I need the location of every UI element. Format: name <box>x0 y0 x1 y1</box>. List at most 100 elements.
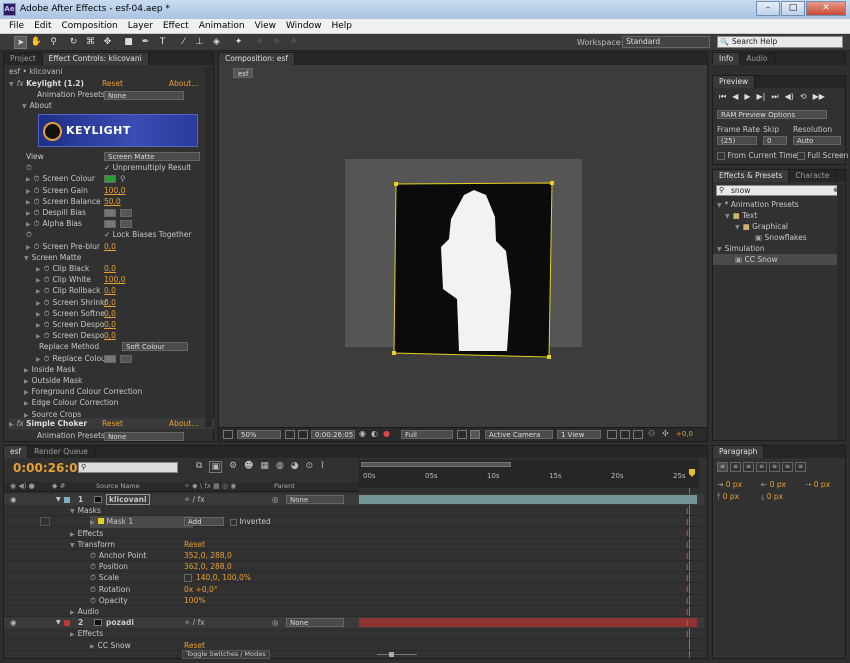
property-value[interactable]: 0,0 <box>104 285 116 296</box>
constrain-proportions-icon[interactable] <box>184 574 192 583</box>
align-center-icon[interactable]: ≡ <box>730 462 741 472</box>
timeline-timecode[interactable]: 0:00:26:05 <box>13 461 86 475</box>
layer-expand-icon[interactable]: ▼ <box>56 494 61 505</box>
property-value[interactable]: 100,0 <box>104 274 125 285</box>
timeline-icon[interactable] <box>633 430 643 439</box>
stopwatch-icon[interactable]: ⏱ <box>34 208 40 217</box>
layer-property[interactable]: ⏱ Anchor Point <box>90 550 146 561</box>
parent-header[interactable]: Parent <box>274 482 295 490</box>
tab-preview[interactable]: Preview <box>713 76 756 88</box>
puppet-starch-icon[interactable]: ✧ <box>270 36 283 49</box>
timeline-search-input[interactable]: ⚲ <box>78 462 178 473</box>
footage-layer-view[interactable] <box>389 181 554 361</box>
parent-select[interactable]: None <box>286 618 344 628</box>
property-group-label[interactable]: Inside Mask <box>32 365 76 374</box>
layer-switches-icon[interactable]: ✧ / fx <box>184 617 205 628</box>
always-preview-icon[interactable] <box>223 430 233 439</box>
eraser-tool-icon[interactable]: ◈ <box>210 36 223 49</box>
keylight-about-link[interactable]: About... <box>169 78 198 89</box>
layer-property-value[interactable]: 100% <box>184 595 205 606</box>
view-layout-select[interactable]: 1 View <box>557 430 601 439</box>
mask-mode-select[interactable]: Add <box>184 517 224 527</box>
stopwatch-icon[interactable]: ⏱ <box>34 219 40 228</box>
brainstorm-icon[interactable]: ◕ <box>291 461 299 473</box>
keyframe-marker-icon[interactable]: I <box>686 608 691 617</box>
layer-property-value[interactable]: Reset <box>184 640 205 651</box>
keyframe-marker-icon[interactable]: I <box>686 597 691 606</box>
handle-top-right[interactable] <box>550 181 554 185</box>
handle-bottom-right[interactable] <box>547 355 551 359</box>
layer-property[interactable]: ▼ Transform <box>70 539 115 551</box>
stopwatch-icon[interactable]: ⏱ <box>44 331 50 340</box>
layer-row[interactable]: ◉ ▼ 1 klicovani ✧ / fx ◎ None <box>4 494 704 505</box>
keyframe-marker-icon[interactable]: I <box>686 564 691 572</box>
indent-first-field[interactable]: ⇢ 0 px <box>805 479 830 490</box>
stopwatch-icon[interactable]: ⏱ <box>44 320 50 329</box>
space-after-field[interactable]: ⤓ 0 px <box>761 491 783 502</box>
tab-character[interactable]: Characte <box>789 170 837 182</box>
resolution-select[interactable]: Full <box>401 430 453 439</box>
skip-select[interactable]: 0 <box>763 136 787 145</box>
eyedropper-icon[interactable]: ⚲ <box>120 173 126 184</box>
simple-choker-presets-select[interactable]: None <box>104 430 184 441</box>
tree-snowflakes[interactable]: ▣ Snowflakes <box>755 232 807 243</box>
puppet-overlap-icon[interactable]: ✧ <box>253 36 266 49</box>
space-before-field[interactable]: ⤒ 0 px <box>717 491 739 502</box>
layer-property[interactable]: ▶ CC Snow <box>90 640 131 652</box>
parent-select[interactable]: None <box>286 495 344 504</box>
tab-timeline-esf[interactable]: esf <box>4 446 29 458</box>
zoom-select[interactable]: 50% <box>237 430 281 439</box>
layer-label-color[interactable] <box>64 497 70 503</box>
camera-select[interactable]: Active Camera <box>485 430 553 439</box>
eyedropper-icon[interactable] <box>120 209 132 217</box>
toggle-pixel-aspect-icon[interactable] <box>607 430 617 439</box>
simple-choker-about-link[interactable]: About... <box>169 418 198 429</box>
layer-switches-icon[interactable]: ✧ / fx <box>184 494 205 505</box>
last-frame-icon[interactable]: ⏭ <box>771 92 778 102</box>
layer-property-value[interactable]: 352,0, 288,0 <box>184 550 232 561</box>
minimize-button[interactable]: – <box>756 1 780 16</box>
workspace-select[interactable]: Standard <box>622 36 710 48</box>
tree-text[interactable]: ▼ ■ Text <box>725 210 757 221</box>
stopwatch-icon[interactable]: ⏱ <box>44 275 50 284</box>
clone-stamp-tool-icon[interactable]: ⊥ <box>193 36 206 49</box>
tab-project[interactable]: Project <box>4 53 43 65</box>
stopwatch-icon[interactable]: ⏱ <box>26 163 32 172</box>
indent-right-field[interactable]: ⇤ 0 px <box>761 479 786 490</box>
selection-tool-icon[interactable]: ➤ <box>14 36 27 49</box>
tab-composition[interactable]: Composition: esf <box>219 53 295 65</box>
property-select[interactable]: Screen Matte <box>104 152 200 161</box>
work-area-bar[interactable] <box>361 462 511 467</box>
indent-left-field[interactable]: ⇥ 0 px <box>717 479 742 490</box>
region-of-interest-icon[interactable] <box>457 430 467 439</box>
justify-all-icon[interactable]: ≡ <box>795 462 806 472</box>
from-current-time-checkbox[interactable]: From Current Time <box>717 150 797 161</box>
menu-animation[interactable]: Animation <box>194 19 250 33</box>
stopwatch-icon[interactable]: ⏱ <box>34 174 40 183</box>
stopwatch-icon[interactable]: ⏱ <box>90 551 96 560</box>
pan-behind-tool-icon[interactable]: ✥ <box>101 36 114 49</box>
auto-keyframe-icon[interactable]: ⊙ <box>306 461 314 473</box>
stopwatch-icon[interactable]: ⏱ <box>44 286 50 295</box>
layer-property[interactable]: ⏱ Opacity <box>90 595 128 606</box>
property-checkbox[interactable]: ✓ Lock Biases Together <box>104 229 191 240</box>
property-checkbox[interactable]: ✓ Unpremultiply Result <box>104 162 191 173</box>
puppet-tool-icon[interactable]: ✦ <box>232 36 245 49</box>
tab-audio[interactable]: Audio <box>740 53 775 65</box>
channel-icon[interactable]: ● <box>383 429 390 438</box>
colour-swatch[interactable] <box>104 220 116 229</box>
transparency-grid-icon[interactable] <box>470 430 480 439</box>
tree-graphical[interactable]: ▼ ■ Graphical <box>735 221 788 232</box>
keyframe-marker-icon[interactable]: I <box>686 586 691 594</box>
video-visibility-icon[interactable]: ◉ <box>10 617 17 628</box>
stopwatch-icon[interactable]: ⏱ <box>44 298 50 307</box>
property-group-label[interactable]: Foreground Colour Correction <box>32 387 143 396</box>
timecode-display[interactable]: 0:00:26:05 <box>311 430 355 439</box>
layer-property-value[interactable]: 0x +0,0° <box>184 584 218 595</box>
keyframe-marker-icon[interactable]: I <box>686 631 691 639</box>
handle-bottom-left[interactable] <box>392 351 396 355</box>
screen-colour-swatch[interactable] <box>104 175 116 184</box>
stopwatch-icon[interactable]: ⏱ <box>90 585 96 594</box>
exposure-value[interactable]: +0,0 <box>676 430 693 438</box>
graph-editor-icon[interactable]: ⌇ <box>320 461 324 473</box>
